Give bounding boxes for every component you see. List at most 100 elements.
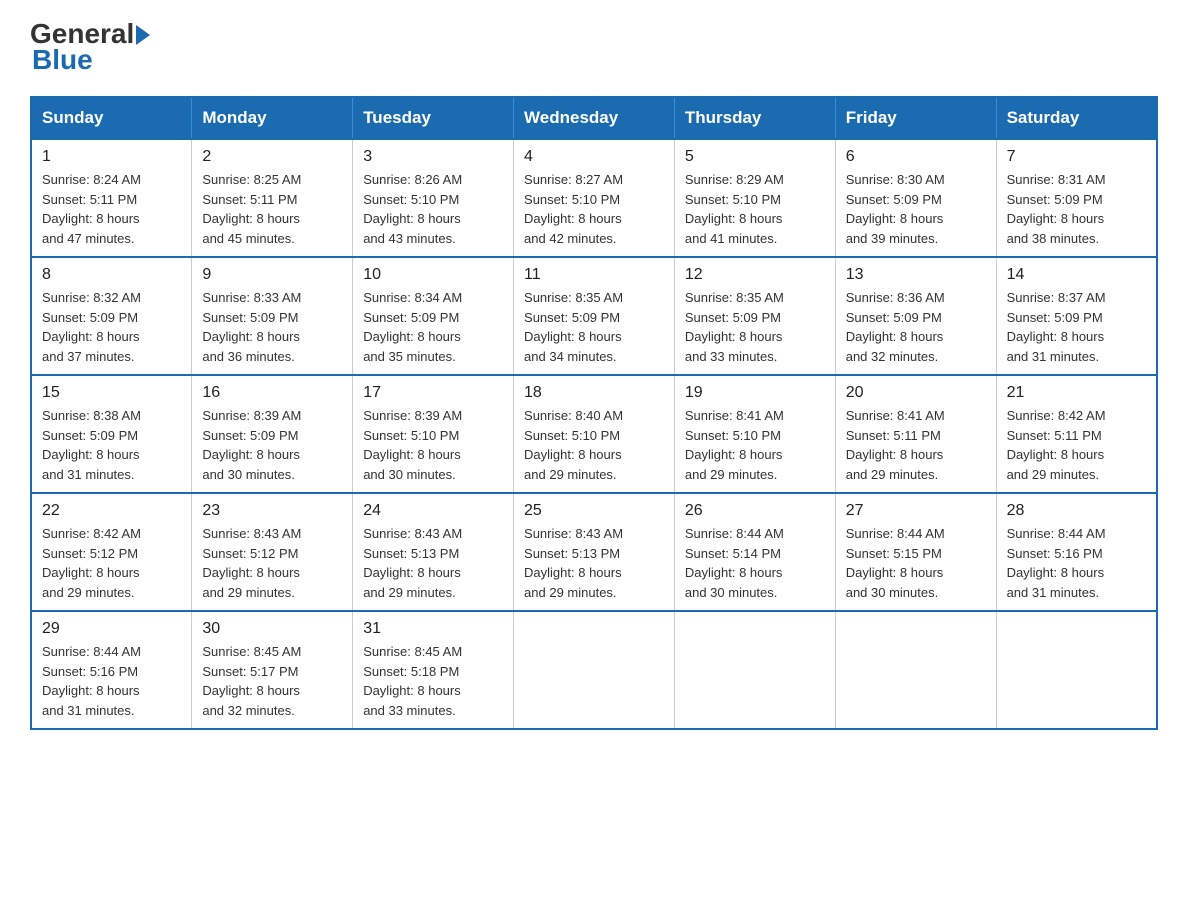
calendar-cell: 17 Sunrise: 8:39 AMSunset: 5:10 PMDaylig… <box>353 375 514 493</box>
day-info: Sunrise: 8:45 AMSunset: 5:18 PMDaylight:… <box>363 642 503 720</box>
calendar-table: SundayMondayTuesdayWednesdayThursdayFrid… <box>30 96 1158 730</box>
calendar-cell: 30 Sunrise: 8:45 AMSunset: 5:17 PMDaylig… <box>192 611 353 729</box>
day-number: 25 <box>524 502 664 520</box>
calendar-week-row: 22 Sunrise: 8:42 AMSunset: 5:12 PMDaylig… <box>31 493 1157 611</box>
calendar-cell: 4 Sunrise: 8:27 AMSunset: 5:10 PMDayligh… <box>514 139 675 257</box>
calendar-cell <box>996 611 1157 729</box>
calendar-week-row: 15 Sunrise: 8:38 AMSunset: 5:09 PMDaylig… <box>31 375 1157 493</box>
day-info: Sunrise: 8:31 AMSunset: 5:09 PMDaylight:… <box>1007 170 1146 248</box>
day-info: Sunrise: 8:44 AMSunset: 5:16 PMDaylight:… <box>1007 524 1146 602</box>
day-info: Sunrise: 8:44 AMSunset: 5:16 PMDaylight:… <box>42 642 181 720</box>
day-number: 22 <box>42 502 181 520</box>
day-number: 30 <box>202 620 342 638</box>
day-info: Sunrise: 8:41 AMSunset: 5:10 PMDaylight:… <box>685 406 825 484</box>
day-number: 27 <box>846 502 986 520</box>
day-info: Sunrise: 8:38 AMSunset: 5:09 PMDaylight:… <box>42 406 181 484</box>
day-number: 29 <box>42 620 181 638</box>
calendar-header-tuesday: Tuesday <box>353 97 514 139</box>
calendar-cell: 20 Sunrise: 8:41 AMSunset: 5:11 PMDaylig… <box>835 375 996 493</box>
day-number: 7 <box>1007 148 1146 166</box>
day-number: 16 <box>202 384 342 402</box>
day-number: 14 <box>1007 266 1146 284</box>
calendar-cell: 19 Sunrise: 8:41 AMSunset: 5:10 PMDaylig… <box>674 375 835 493</box>
calendar-cell: 3 Sunrise: 8:26 AMSunset: 5:10 PMDayligh… <box>353 139 514 257</box>
calendar-cell <box>674 611 835 729</box>
day-info: Sunrise: 8:26 AMSunset: 5:10 PMDaylight:… <box>363 170 503 248</box>
calendar-cell: 29 Sunrise: 8:44 AMSunset: 5:16 PMDaylig… <box>31 611 192 729</box>
day-info: Sunrise: 8:34 AMSunset: 5:09 PMDaylight:… <box>363 288 503 366</box>
day-info: Sunrise: 8:45 AMSunset: 5:17 PMDaylight:… <box>202 642 342 720</box>
page-header: General Blue <box>30 20 1158 76</box>
calendar-cell: 24 Sunrise: 8:43 AMSunset: 5:13 PMDaylig… <box>353 493 514 611</box>
calendar-header-wednesday: Wednesday <box>514 97 675 139</box>
calendar-cell: 8 Sunrise: 8:32 AMSunset: 5:09 PMDayligh… <box>31 257 192 375</box>
day-info: Sunrise: 8:33 AMSunset: 5:09 PMDaylight:… <box>202 288 342 366</box>
day-info: Sunrise: 8:42 AMSunset: 5:12 PMDaylight:… <box>42 524 181 602</box>
day-info: Sunrise: 8:25 AMSunset: 5:11 PMDaylight:… <box>202 170 342 248</box>
day-number: 13 <box>846 266 986 284</box>
day-info: Sunrise: 8:32 AMSunset: 5:09 PMDaylight:… <box>42 288 181 366</box>
calendar-header-sunday: Sunday <box>31 97 192 139</box>
day-info: Sunrise: 8:37 AMSunset: 5:09 PMDaylight:… <box>1007 288 1146 366</box>
day-info: Sunrise: 8:29 AMSunset: 5:10 PMDaylight:… <box>685 170 825 248</box>
calendar-cell: 11 Sunrise: 8:35 AMSunset: 5:09 PMDaylig… <box>514 257 675 375</box>
day-number: 17 <box>363 384 503 402</box>
calendar-week-row: 29 Sunrise: 8:44 AMSunset: 5:16 PMDaylig… <box>31 611 1157 729</box>
calendar-cell: 5 Sunrise: 8:29 AMSunset: 5:10 PMDayligh… <box>674 139 835 257</box>
calendar-cell: 28 Sunrise: 8:44 AMSunset: 5:16 PMDaylig… <box>996 493 1157 611</box>
day-info: Sunrise: 8:35 AMSunset: 5:09 PMDaylight:… <box>524 288 664 366</box>
calendar-cell: 2 Sunrise: 8:25 AMSunset: 5:11 PMDayligh… <box>192 139 353 257</box>
day-info: Sunrise: 8:27 AMSunset: 5:10 PMDaylight:… <box>524 170 664 248</box>
calendar-header-friday: Friday <box>835 97 996 139</box>
calendar-header-saturday: Saturday <box>996 97 1157 139</box>
day-number: 24 <box>363 502 503 520</box>
calendar-cell: 15 Sunrise: 8:38 AMSunset: 5:09 PMDaylig… <box>31 375 192 493</box>
logo-blue: Blue <box>30 44 150 76</box>
day-info: Sunrise: 8:43 AMSunset: 5:13 PMDaylight:… <box>524 524 664 602</box>
day-number: 21 <box>1007 384 1146 402</box>
day-number: 31 <box>363 620 503 638</box>
calendar-cell: 9 Sunrise: 8:33 AMSunset: 5:09 PMDayligh… <box>192 257 353 375</box>
day-info: Sunrise: 8:44 AMSunset: 5:15 PMDaylight:… <box>846 524 986 602</box>
day-number: 19 <box>685 384 825 402</box>
calendar-cell: 10 Sunrise: 8:34 AMSunset: 5:09 PMDaylig… <box>353 257 514 375</box>
day-number: 6 <box>846 148 986 166</box>
calendar-cell: 22 Sunrise: 8:42 AMSunset: 5:12 PMDaylig… <box>31 493 192 611</box>
calendar-cell: 31 Sunrise: 8:45 AMSunset: 5:18 PMDaylig… <box>353 611 514 729</box>
day-info: Sunrise: 8:39 AMSunset: 5:10 PMDaylight:… <box>363 406 503 484</box>
calendar-cell: 1 Sunrise: 8:24 AMSunset: 5:11 PMDayligh… <box>31 139 192 257</box>
day-number: 10 <box>363 266 503 284</box>
calendar-header-monday: Monday <box>192 97 353 139</box>
day-number: 15 <box>42 384 181 402</box>
day-info: Sunrise: 8:35 AMSunset: 5:09 PMDaylight:… <box>685 288 825 366</box>
day-info: Sunrise: 8:41 AMSunset: 5:11 PMDaylight:… <box>846 406 986 484</box>
calendar-cell: 21 Sunrise: 8:42 AMSunset: 5:11 PMDaylig… <box>996 375 1157 493</box>
calendar-header-thursday: Thursday <box>674 97 835 139</box>
calendar-cell: 6 Sunrise: 8:30 AMSunset: 5:09 PMDayligh… <box>835 139 996 257</box>
day-number: 12 <box>685 266 825 284</box>
day-number: 28 <box>1007 502 1146 520</box>
day-number: 9 <box>202 266 342 284</box>
calendar-cell: 18 Sunrise: 8:40 AMSunset: 5:10 PMDaylig… <box>514 375 675 493</box>
day-info: Sunrise: 8:43 AMSunset: 5:13 PMDaylight:… <box>363 524 503 602</box>
day-number: 23 <box>202 502 342 520</box>
day-number: 20 <box>846 384 986 402</box>
day-info: Sunrise: 8:40 AMSunset: 5:10 PMDaylight:… <box>524 406 664 484</box>
day-number: 4 <box>524 148 664 166</box>
calendar-cell: 23 Sunrise: 8:43 AMSunset: 5:12 PMDaylig… <box>192 493 353 611</box>
day-number: 26 <box>685 502 825 520</box>
calendar-cell: 12 Sunrise: 8:35 AMSunset: 5:09 PMDaylig… <box>674 257 835 375</box>
day-number: 18 <box>524 384 664 402</box>
day-number: 8 <box>42 266 181 284</box>
calendar-cell: 7 Sunrise: 8:31 AMSunset: 5:09 PMDayligh… <box>996 139 1157 257</box>
calendar-cell: 27 Sunrise: 8:44 AMSunset: 5:15 PMDaylig… <box>835 493 996 611</box>
calendar-cell <box>835 611 996 729</box>
day-number: 2 <box>202 148 342 166</box>
logo-arrow-icon <box>136 25 150 45</box>
calendar-cell <box>514 611 675 729</box>
calendar-header-row: SundayMondayTuesdayWednesdayThursdayFrid… <box>31 97 1157 139</box>
day-number: 11 <box>524 266 664 284</box>
calendar-cell: 26 Sunrise: 8:44 AMSunset: 5:14 PMDaylig… <box>674 493 835 611</box>
day-number: 5 <box>685 148 825 166</box>
day-info: Sunrise: 8:30 AMSunset: 5:09 PMDaylight:… <box>846 170 986 248</box>
